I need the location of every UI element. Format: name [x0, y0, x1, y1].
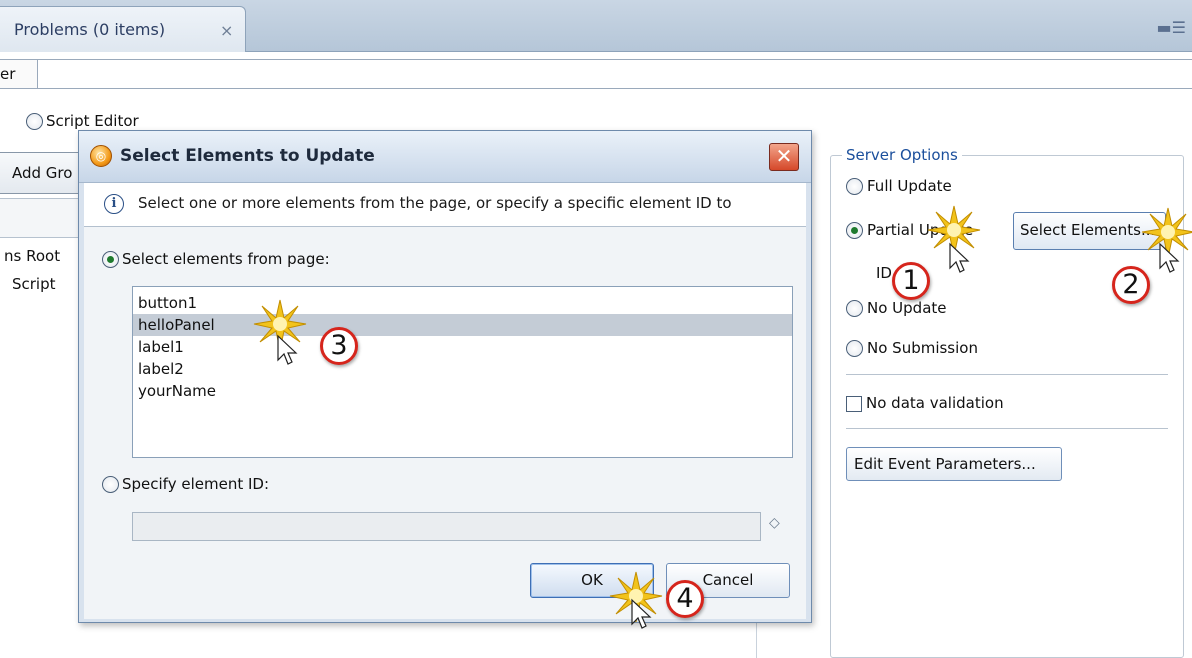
step-callout-1: 1 — [892, 262, 930, 300]
step-callout-3: 3 — [320, 327, 358, 365]
annotation-overlay — [253, 205, 1192, 629]
mouse-cursor-icon — [949, 243, 969, 273]
mouse-cursor-icon — [277, 335, 297, 365]
step-callout-2: 2 — [1112, 266, 1150, 304]
step-callout-4: 4 — [666, 580, 704, 618]
